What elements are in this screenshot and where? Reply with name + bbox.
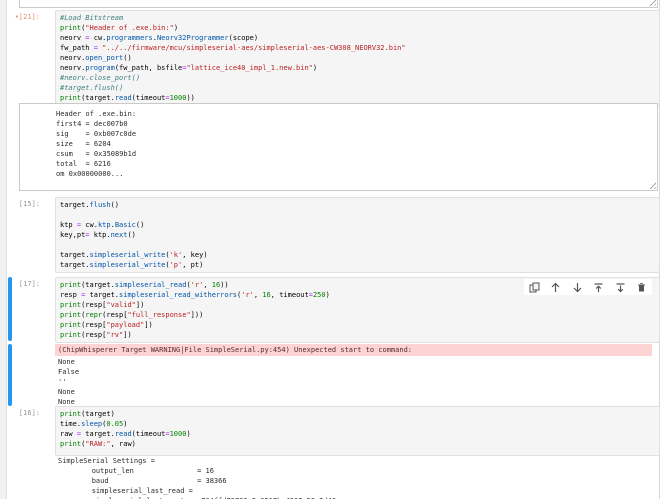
arrow-up-icon [550,282,561,293]
code-line: print("RAW:", raw) [60,439,655,449]
move-cell-up-button[interactable] [549,281,562,294]
code-editor-cell-21[interactable]: #Load Bitstreamprint("Header of .exe.bin… [55,10,660,106]
notebook-left-gutter [0,0,7,499]
code-line: neorv.program(fw_path, bsfile="lattice_i… [60,63,655,73]
code-line: print(target) [60,409,655,419]
code-line: time.sleep(0.05) [60,419,655,429]
delete-cell-button[interactable] [635,281,648,294]
cell-hover-toolbar [524,279,652,295]
output-box-cell-21: Header of .exe.bin: first4 = dec007b0 si… [19,103,658,191]
insert-cell-below-button[interactable] [614,281,627,294]
code-editor-cell-16[interactable]: print(target)time.sleep(0.05)raw = targe… [55,406,660,456]
arrow-down-icon [572,282,583,293]
jupyter-notebook-panel: •[21]: #Load Bitstreamprint("Header of .… [0,0,666,499]
code-line: print("Header of .exe.bin:") [60,23,655,33]
code-line: target.simpleserial_write('p', pt) [60,260,655,270]
insert-cell-above-button[interactable] [592,281,605,294]
code-line [60,210,655,220]
output-text-cell-16: SimpleSerial Settings = output_len = 16 … [58,456,336,499]
code-line: #neorv.close_port() [60,73,655,83]
duplicate-cell-button[interactable] [528,281,541,294]
stderr-warning-banner: (ChipWhisperer Target WARNING|File Simpl… [55,344,652,356]
resize-grip-icon[interactable] [647,180,656,189]
clipped-output-box [19,0,658,8]
execution-prompt-cell-16: [16]: [0,408,40,418]
output-text-cell-21: Header of .exe.bin: first4 = dec007b0 si… [20,104,140,179]
resize-grip-icon[interactable] [647,0,656,6]
insert-above-icon [593,282,604,293]
duplicate-icon [529,282,540,293]
trash-icon [636,282,647,293]
code-line: print(repr(resp["full_response"])) [60,310,655,320]
code-editor-cell-15[interactable]: target.flush() ktp = cw.ktp.Basic()key,pt… [55,197,660,273]
execution-prompt-cell-21: •[21]: [0,12,40,22]
code-line: print(resp["payload"]) [60,320,655,330]
execution-prompt-cell-15: [15]: [0,199,40,209]
code-line: ktp = cw.ktp.Basic() [60,220,655,230]
code-line: fw_path = "../../firmware/mcu/simpleseri… [60,43,655,53]
code-line [60,240,655,250]
code-line: print(resp["valid"]) [60,300,655,310]
code-line: target.flush() [60,200,655,210]
code-line: key,pt= ktp.next() [60,230,655,240]
output-text-cell-17: None False '' None None [58,357,79,407]
execution-prompt-cell-17: [17]: [0,279,40,289]
code-line: neorv = cw.programmers.Neorv32Programmer… [60,33,655,43]
code-line: #target.flush() [60,83,655,93]
active-cell-output-collapser[interactable] [8,344,12,406]
code-line: #Load Bitstream [60,13,655,23]
insert-below-icon [615,282,626,293]
code-line: target.simpleserial_write('k', key) [60,250,655,260]
code-line: raw = target.read(timeout=1000) [60,429,655,439]
code-line: print(resp["rv"]) [60,330,655,340]
move-cell-down-button[interactable] [571,281,584,294]
code-line: neorv.open_port() [60,53,655,63]
code-line: print(target.read(timeout=1000)) [60,93,655,103]
